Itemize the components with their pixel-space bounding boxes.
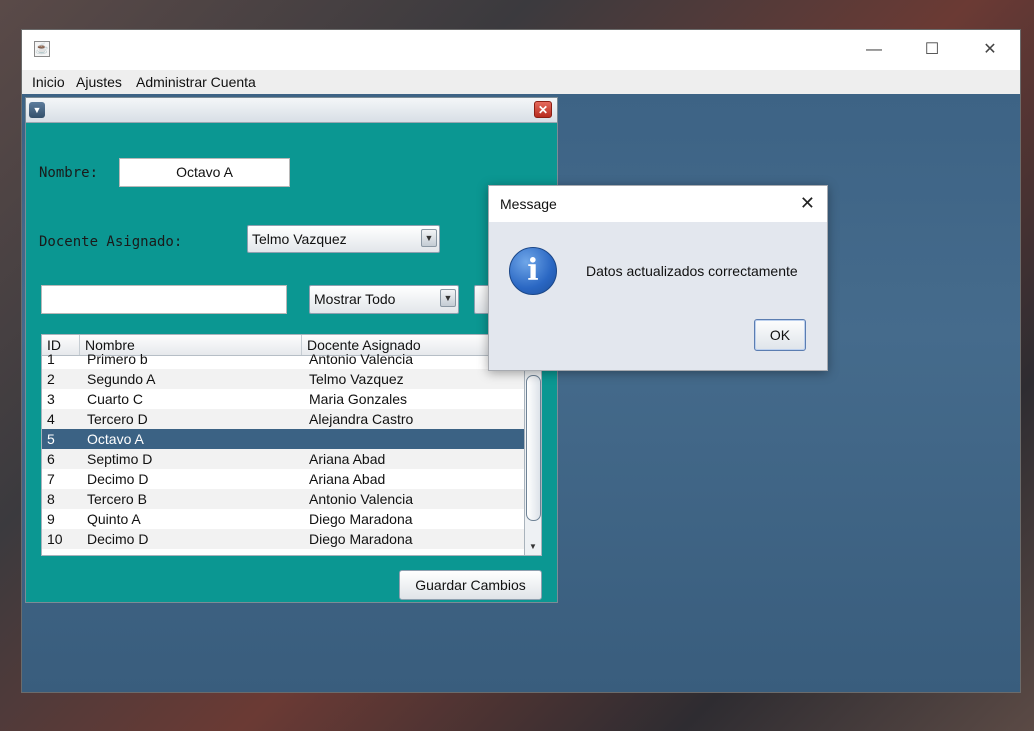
cell-id: 5 xyxy=(47,431,55,447)
ok-button[interactable]: OK xyxy=(754,319,806,351)
course-edit-internal-frame: ▼ ✕ Nombre: Octavo A Docente Asignado: T… xyxy=(25,97,558,603)
menu-administrar-cuenta[interactable]: Administrar Cuenta xyxy=(136,74,256,90)
cell-id: 10 xyxy=(47,531,63,547)
cell-docente: Ariana Abad xyxy=(309,451,386,467)
table-body: 1 Primero b Antonio Valencia 2 Segundo A Telm… xyxy=(42,351,524,555)
dialog-close-icon[interactable]: ✕ xyxy=(800,193,815,214)
chevron-down-icon[interactable]: ▼ xyxy=(421,229,437,247)
cell-docente: Ariana Abad xyxy=(309,471,386,487)
table-row[interactable]: 5 Octavo A xyxy=(42,429,524,449)
cell-nombre: Octavo A xyxy=(87,431,144,447)
docente-label: Docente Asignado: xyxy=(39,234,183,250)
system-menu-icon[interactable]: ▼ xyxy=(29,102,45,118)
table-scrollbar[interactable]: ▲ ▼ xyxy=(524,354,542,556)
internal-frame-titlebar[interactable]: ▼ ✕ xyxy=(26,98,557,123)
cell-nombre: Cuarto C xyxy=(87,391,144,407)
scroll-down-icon[interactable]: ▼ xyxy=(525,539,541,555)
nombre-label: Nombre: xyxy=(39,165,99,181)
table-row[interactable]: 3 Cuarto C Maria Gonzales xyxy=(42,389,524,409)
search-input[interactable] xyxy=(41,285,287,314)
scrollbar-thumb[interactable] xyxy=(526,375,541,521)
courses-table: ID Nombre Docente Asignado 1 Primero b Ant… xyxy=(41,334,525,556)
nombre-input[interactable]: Octavo A xyxy=(119,158,290,187)
cell-docente: Antonio Valencia xyxy=(309,491,414,507)
cell-id: 7 xyxy=(47,471,55,487)
info-icon: i xyxy=(509,247,557,295)
cell-docente: Alejandra Castro xyxy=(309,411,414,427)
java-app-icon: ☕ xyxy=(34,41,50,57)
docente-select-value: Telmo Vazquez xyxy=(252,231,347,247)
table-row[interactable]: 2 Segundo A Telmo Vazquez xyxy=(42,369,524,389)
docente-select[interactable]: Telmo Vazquez ▼ xyxy=(247,225,440,253)
table-row[interactable]: 4 Tercero D Alejandra Castro xyxy=(42,409,524,429)
cell-id: 3 xyxy=(47,391,55,407)
dialog-message: Datos actualizados correctamente xyxy=(586,263,798,279)
message-dialog: Message ✕ i Datos actualizados correctam… xyxy=(488,185,828,371)
cell-id: 6 xyxy=(47,451,55,467)
table-row[interactable]: 6 Septimo D Ariana Abad xyxy=(42,449,524,469)
filter-select[interactable]: Mostrar Todo ▼ xyxy=(309,285,459,314)
cell-nombre: Decimo D xyxy=(87,471,149,487)
save-changes-button[interactable]: Guardar Cambios xyxy=(399,570,542,600)
filter-select-value: Mostrar Todo xyxy=(314,291,396,307)
menu-inicio[interactable]: Inicio xyxy=(32,74,65,90)
cell-docente: Diego Maradona xyxy=(309,511,413,527)
cell-id: 2 xyxy=(47,371,55,387)
cell-docente: Maria Gonzales xyxy=(309,391,408,407)
menu-bar: Inicio Ajustes Administrar Cuenta xyxy=(22,70,1020,95)
cell-docente: Antonio Valencia xyxy=(309,351,414,367)
internal-frame-close-icon[interactable]: ✕ xyxy=(534,101,552,118)
cell-id: 9 xyxy=(47,511,55,527)
minimize-button[interactable]: — xyxy=(851,38,897,62)
window-titlebar[interactable]: ☕ — ☐ ✕ xyxy=(22,30,1020,70)
close-window-button[interactable]: ✕ xyxy=(967,38,1013,62)
cell-id: 1 xyxy=(47,351,55,367)
maximize-button[interactable]: ☐ xyxy=(909,38,955,62)
table-row[interactable]: 10 Decimo D Diego Maradona xyxy=(42,529,524,549)
dialog-titlebar[interactable]: Message ✕ xyxy=(489,186,827,222)
cell-docente: Telmo Vazquez xyxy=(309,371,404,387)
desktop-pane: ▼ ✕ Nombre: Octavo A Docente Asignado: T… xyxy=(22,94,1020,692)
cell-nombre: Segundo A xyxy=(87,371,156,387)
table-row[interactable]: 7 Decimo D Ariana Abad xyxy=(42,469,524,489)
cell-docente: Diego Maradona xyxy=(309,531,413,547)
cell-nombre: Septimo D xyxy=(87,451,153,467)
cell-nombre: Tercero B xyxy=(87,491,147,507)
cell-nombre: Quinto A xyxy=(87,511,141,527)
cell-id: 4 xyxy=(47,411,55,427)
cell-id: 8 xyxy=(47,491,55,507)
table-row[interactable]: 9 Quinto A Diego Maradona xyxy=(42,509,524,529)
cell-nombre: Primero b xyxy=(87,351,148,367)
table-row[interactable]: 1 Primero b Antonio Valencia xyxy=(42,349,524,369)
dialog-title: Message xyxy=(500,196,557,212)
table-row[interactable]: 8 Tercero B Antonio Valencia xyxy=(42,489,524,509)
menu-ajustes[interactable]: Ajustes xyxy=(76,74,122,90)
cell-nombre: Tercero D xyxy=(87,411,148,427)
cell-nombre: Decimo D xyxy=(87,531,149,547)
chevron-down-icon[interactable]: ▼ xyxy=(440,289,456,307)
